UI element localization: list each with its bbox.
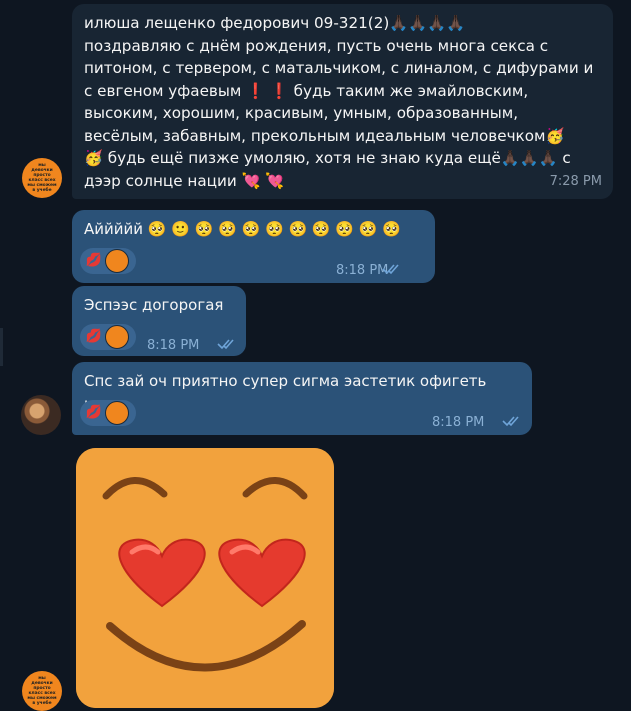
outgoing-message-bubble[interactable]: Аййййй 🥺 🙂 🥺 🥺 🥺 🥺 🥺 🥺 🥺 🥺 🥺 💋 8:18 PM <box>72 210 435 283</box>
message-time: 8:18 PM <box>336 263 389 278</box>
chat-area: илюша лещенко федорович 09-321(2)🙏🏿🙏🏿🙏🏿🙏… <box>0 0 631 711</box>
kiss-reaction-icon: 💋 <box>85 404 103 420</box>
reaction-badge[interactable]: 💋 <box>80 400 136 426</box>
message-line: илюша лещенко федорович 09-321(2)🙏🏿🙏🏿🙏🏿🙏… <box>84 14 465 32</box>
double-check-icon <box>382 264 399 275</box>
avatar-text: мы девочки просто класс всех мы сможем в… <box>27 163 57 193</box>
message-line: 🥳 будь ещё пизже умоляю, хотя не знаю ку… <box>84 149 571 167</box>
sender-avatar[interactable]: мы девочки просто класс всех мы сможем в… <box>22 158 62 198</box>
reactor-avatar <box>105 249 129 273</box>
message-text: Эспээс догорогая <box>84 296 224 314</box>
avatar-text: мы девочки просто класс всех мы сможем в… <box>27 676 57 706</box>
smiley-face-icon <box>76 448 334 708</box>
reaction-badge[interactable]: 💋 <box>80 324 136 350</box>
message-text: илюша лещенко федорович 09-321(2)🙏🏿🙏🏿🙏🏿🙏… <box>84 12 601 192</box>
message-time: 8:18 PM <box>432 415 485 430</box>
kiss-reaction-icon: 💋 <box>85 328 103 344</box>
reactor-avatar <box>105 325 129 349</box>
message-line: высоким, хорошим, красивым, умным, образ… <box>84 104 519 122</box>
message-text: Спс зай оч приятно супер сигма эастетик … <box>84 372 487 413</box>
message-time: 7:28 PM <box>549 173 602 189</box>
double-check-icon <box>502 416 519 427</box>
message-line: весёлым, забавным, прекольным идеальным … <box>84 126 565 145</box>
message-line: питоном, с тервером, с матальчиком, с ли… <box>84 59 594 77</box>
reactor-avatar <box>105 401 129 425</box>
double-check-icon <box>217 339 234 350</box>
scroll-marker <box>0 328 3 366</box>
message-line: дээр солнце нации 💘 💘 <box>84 171 285 190</box>
heart-eyes-smiley-sticker[interactable] <box>76 448 334 708</box>
message-line: с евгеном уфаевым ❗ ❗ будь таким же эмай… <box>84 81 529 100</box>
sender-avatar[interactable]: мы девочки просто класс всех мы сможем в… <box>22 671 62 711</box>
incoming-message-bubble[interactable]: илюша лещенко федорович 09-321(2)🙏🏿🙏🏿🙏🏿🙏… <box>72 4 613 199</box>
kiss-reaction-icon: 💋 <box>85 252 103 268</box>
user-photo-avatar[interactable] <box>21 395 61 435</box>
outgoing-message-bubble[interactable]: Эспээс догорогая 💋 8:18 PM <box>72 286 246 356</box>
reaction-badge[interactable]: 💋 <box>80 248 136 274</box>
message-line: поздравляю с днём рождения, пусть очень … <box>84 36 549 55</box>
outgoing-message-bubble[interactable]: Спс зай оч приятно супер сигма эастетик … <box>72 362 532 435</box>
message-time: 8:18 PM <box>147 338 200 353</box>
message-text: Аййййй 🥺 🙂 🥺 🥺 🥺 🥺 🥺 🥺 🥺 🥺 🥺 <box>84 220 401 238</box>
